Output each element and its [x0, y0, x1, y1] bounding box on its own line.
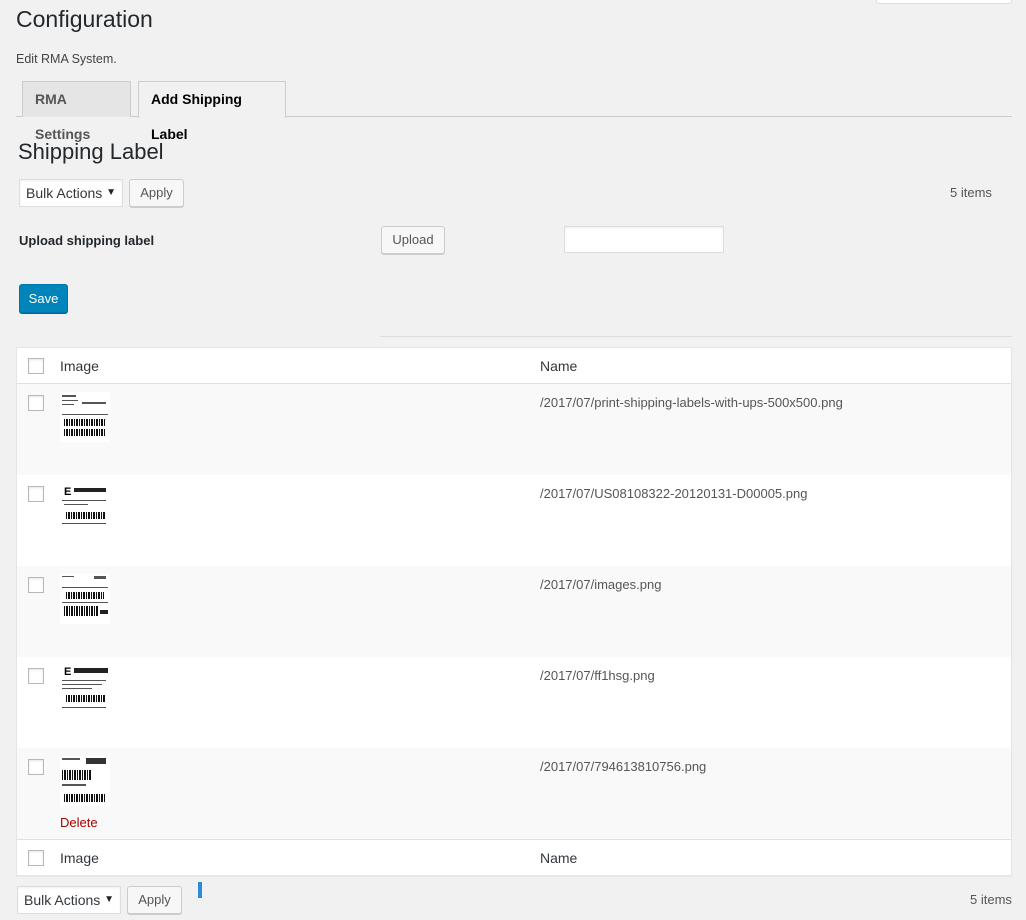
row-filename[interactable]: /2017/07/ff1hsg.png: [540, 668, 655, 683]
column-footer-image[interactable]: Image: [60, 850, 99, 866]
row-filename[interactable]: /2017/07/US08108322-20120131-D00005.png: [540, 486, 807, 501]
row-checkbox[interactable]: [28, 668, 44, 684]
section-title: Shipping Label: [18, 139, 164, 164]
table-row: /2017/07/images.png: [17, 566, 1011, 657]
table-row: /2017/07/print-shipping-labels-with-ups-…: [17, 384, 1011, 475]
row-checkbox[interactable]: [28, 486, 44, 502]
label-thumbnail[interactable]: [60, 392, 110, 442]
screen-options-tab[interactable]: [876, 0, 1012, 4]
select-all-checkbox[interactable]: [28, 358, 44, 374]
caret-down-icon: ▼: [104, 894, 114, 905]
row-filename[interactable]: /2017/07/794613810756.png: [540, 759, 706, 774]
divider: [380, 336, 1012, 337]
items-count-bottom: 5 items: [970, 892, 1012, 907]
column-header-image[interactable]: Image: [60, 358, 99, 374]
table-row: /2017/07/794613810756.png Delete: [17, 748, 1011, 839]
items-count-top: 5 items: [950, 185, 992, 200]
row-checkbox[interactable]: [28, 577, 44, 593]
bulk-actions-value: Bulk Actions: [24, 892, 101, 908]
label-thumbnail[interactable]: [60, 574, 110, 624]
upload-path-input[interactable]: [564, 226, 724, 253]
bulk-actions-select-top[interactable]: Bulk Actions ▼: [19, 179, 123, 207]
upload-button[interactable]: Upload: [381, 226, 445, 254]
row-checkbox[interactable]: [28, 759, 44, 775]
scroll-indicator: [198, 882, 202, 898]
row-checkbox[interactable]: [28, 395, 44, 411]
label-thumbnail[interactable]: [60, 756, 110, 806]
page-title: Configuration: [16, 6, 153, 32]
tab-bar: RMA Settings Add Shipping Label: [16, 81, 1012, 142]
row-filename[interactable]: /2017/07/print-shipping-labels-with-ups-…: [540, 395, 843, 410]
row-filename[interactable]: /2017/07/images.png: [540, 577, 661, 592]
label-thumbnail[interactable]: E: [60, 483, 110, 533]
caret-down-icon: ▼: [106, 187, 116, 198]
upload-label: Upload shipping label: [19, 233, 155, 248]
bulk-actions-value: Bulk Actions: [26, 185, 103, 201]
table-row: E /2017/07/ff1hsg.png: [17, 657, 1011, 748]
apply-button-top[interactable]: Apply: [129, 179, 184, 207]
table-row: E /2017/07/US08108322-20120131-D00005.pn…: [17, 475, 1011, 566]
column-header-name[interactable]: Name: [540, 358, 577, 374]
tab-add-shipping-label[interactable]: Add Shipping Label: [138, 81, 286, 142]
save-button[interactable]: Save: [19, 284, 68, 313]
page-description: Edit RMA System.: [16, 52, 117, 66]
bulk-actions-select-bottom[interactable]: Bulk Actions ▼: [17, 886, 121, 914]
column-footer-name[interactable]: Name: [540, 850, 577, 866]
label-thumbnail[interactable]: E: [60, 665, 110, 715]
table-footer: Image Name: [17, 839, 1011, 875]
select-all-checkbox-footer[interactable]: [28, 850, 44, 866]
tab-rma-settings[interactable]: RMA Settings: [22, 81, 131, 142]
apply-button-bottom[interactable]: Apply: [127, 886, 182, 914]
delete-link[interactable]: Delete: [60, 815, 98, 830]
table-header: Image Name: [17, 348, 1011, 384]
shipping-label-table: Image Name /2017/07/print-shipping-label…: [16, 347, 1012, 876]
